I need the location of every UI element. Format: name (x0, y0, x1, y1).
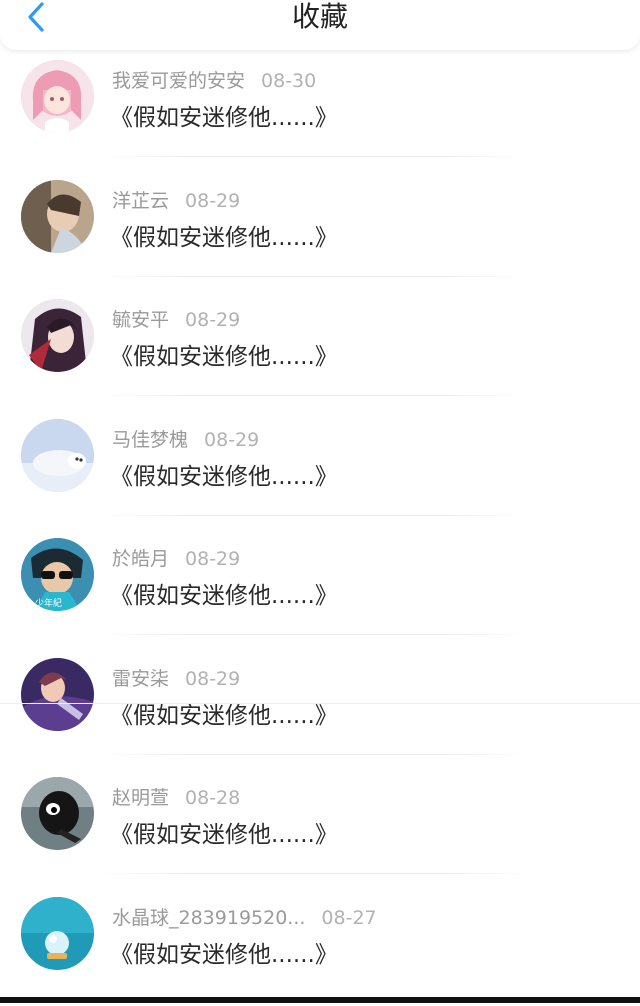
item-meta: 马佳梦槐 08-29 (112, 425, 259, 452)
item-title[interactable]: 《假如安迷修他......》 (110, 457, 338, 491)
avatar[interactable] (21, 299, 94, 372)
item-title[interactable]: 《假如安迷修他......》 (110, 337, 338, 371)
item-meta: 毓安平 08-29 (112, 305, 240, 332)
avatar[interactable] (21, 180, 94, 253)
avatar[interactable] (21, 60, 94, 133)
list-item[interactable]: 毓安平 08-29 《假如安迷修他......》 (0, 289, 640, 409)
list-item[interactable]: 水晶球_283919520... 08-27 《假如安迷修他......》 (0, 887, 640, 1006)
avatar[interactable] (21, 897, 94, 970)
divider (100, 873, 530, 874)
item-meta: 於皓月 08-29 (112, 544, 240, 571)
favorites-list: 我爱可爱的安安 08-30 《假如安迷修他......》 洋芷云 08-29 《假如… (0, 50, 640, 1006)
item-title[interactable]: 《假如安迷修他......》 (110, 935, 338, 969)
avatar[interactable]: 少年紀 (21, 538, 94, 611)
item-date: 08-29 (204, 429, 259, 451)
item-date: 08-29 (185, 548, 240, 570)
item-meta: 雷安柒 08-29 (112, 664, 240, 691)
section-divider (0, 703, 640, 704)
user-name: 赵明萱 (112, 787, 169, 809)
item-date: 08-28 (185, 787, 240, 809)
user-name: 毓安平 (112, 309, 169, 331)
page-title: 收藏 (0, 0, 640, 34)
item-title[interactable]: 《假如安迷修他......》 (110, 218, 338, 252)
avatar[interactable] (21, 658, 94, 731)
bottom-edge (0, 997, 640, 1003)
item-date: 08-27 (321, 907, 376, 929)
item-title[interactable]: 《假如安迷修他......》 (110, 576, 338, 610)
list-item[interactable]: 雷安柒 08-29 《假如安迷修他......》 (0, 648, 640, 768)
divider (100, 515, 530, 516)
header-bar: 收藏 (0, 0, 640, 50)
item-title[interactable]: 《假如安迷修他......》 (110, 815, 338, 849)
user-name: 洋芷云 (112, 190, 169, 212)
divider (100, 395, 530, 396)
avatar[interactable] (21, 777, 94, 850)
item-title[interactable]: 《假如安迷修他......》 (110, 696, 338, 730)
item-date: 08-30 (261, 70, 316, 92)
list-item[interactable]: 少年紀 於皓月 08-29 《假如安迷修他......》 (0, 528, 640, 648)
user-name: 於皓月 (112, 548, 169, 570)
item-meta: 洋芷云 08-29 (112, 186, 240, 213)
list-item[interactable]: 我爱可爱的安安 08-30 《假如安迷修他......》 (0, 50, 640, 170)
item-date: 08-29 (185, 309, 240, 331)
item-meta: 赵明萱 08-28 (112, 783, 240, 810)
item-date: 08-29 (185, 190, 240, 212)
list-item[interactable]: 洋芷云 08-29 《假如安迷修他......》 (0, 170, 640, 290)
list-item[interactable]: 赵明萱 08-28 《假如安迷修他......》 (0, 767, 640, 887)
item-meta: 水晶球_283919520... 08-27 (112, 903, 377, 930)
item-date: 08-29 (185, 668, 240, 690)
user-name: 马佳梦槐 (112, 429, 188, 451)
item-meta: 我爱可爱的安安 08-30 (112, 66, 316, 93)
divider (100, 156, 530, 157)
divider (100, 754, 530, 755)
list-item[interactable]: 马佳梦槐 08-29 《假如安迷修他......》 (0, 409, 640, 529)
user-name: 雷安柒 (112, 668, 169, 690)
user-name: 水晶球_283919520... (112, 907, 305, 929)
avatar[interactable] (21, 419, 94, 492)
divider (100, 634, 530, 635)
item-title[interactable]: 《假如安迷修他......》 (110, 98, 338, 132)
avatar-caption: 少年紀 (35, 597, 62, 609)
user-name: 我爱可爱的安安 (112, 70, 245, 92)
divider (100, 276, 530, 277)
